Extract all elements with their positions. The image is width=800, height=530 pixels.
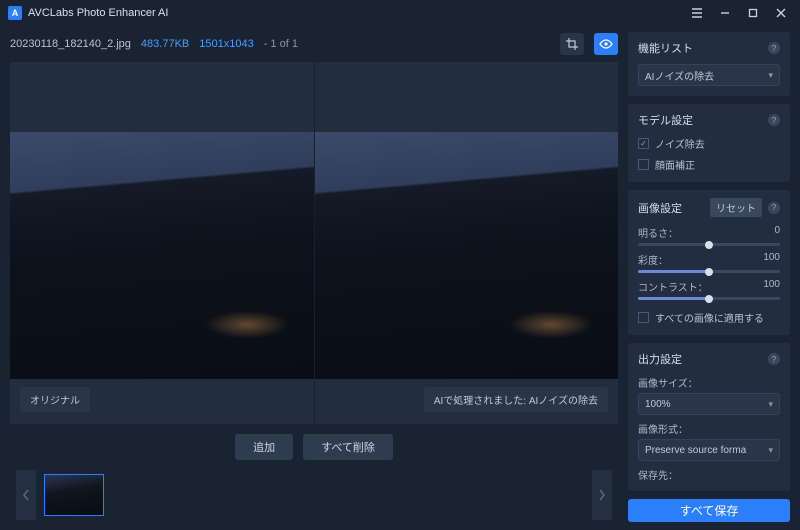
original-label: オリジナル	[20, 387, 90, 412]
output-settings-title: 出力設定	[638, 351, 682, 367]
help-icon[interactable]: ?	[768, 353, 780, 365]
preview-toggle-button[interactable]	[594, 33, 618, 55]
denoise-label: ノイズ除去	[655, 136, 705, 151]
reset-button[interactable]: リセット	[710, 198, 762, 217]
thumb-prev-button[interactable]	[16, 470, 36, 520]
apply-all-checkbox[interactable]	[638, 312, 649, 323]
model-settings-title: モデル設定	[638, 112, 693, 128]
close-button[interactable]	[770, 2, 792, 24]
denoise-checkbox[interactable]: ✓	[638, 138, 649, 149]
slider-handle[interactable]	[705, 241, 713, 249]
app-title: AVCLabs Photo Enhancer AI	[28, 7, 168, 19]
eye-icon	[599, 39, 613, 49]
crop-icon	[566, 38, 578, 50]
output-format-label: 画像形式：	[638, 421, 780, 436]
output-dest-label: 保存先：	[638, 467, 780, 482]
feature-select-value: AIノイズの除去	[645, 68, 714, 83]
original-image[interactable]	[10, 132, 314, 379]
slider-handle[interactable]	[705, 268, 713, 276]
chevron-left-icon	[22, 489, 30, 501]
chevron-down-icon: ▾	[768, 445, 773, 456]
thumbnail[interactable]	[44, 474, 104, 516]
saturation-label: 彩度：	[638, 252, 668, 267]
contrast-slider[interactable]	[638, 297, 780, 300]
saturation-value: 100	[763, 252, 780, 267]
remove-all-button[interactable]: すべて削除	[303, 434, 393, 460]
image-settings-panel: 画像設定 リセット ? 明るさ： 0 彩度： 100	[628, 190, 790, 335]
output-settings-panel: 出力設定 ? 画像サイズ： 100% ▾ 画像形式： Preserve sour…	[628, 343, 790, 491]
add-button[interactable]: 追加	[235, 434, 293, 460]
model-settings-panel: モデル設定 ? ✓ ノイズ除去 顔面補正	[628, 104, 790, 182]
processed-image[interactable]	[315, 132, 619, 379]
feature-list-title: 機能リスト	[638, 40, 693, 56]
face-label: 顔面補正	[655, 157, 695, 172]
contrast-value: 100	[763, 279, 780, 294]
chevron-right-icon	[598, 489, 606, 501]
feature-list-panel: 機能リスト ? AIノイズの除去 ▾	[628, 32, 790, 96]
minimize-icon	[720, 8, 730, 18]
thumb-next-button[interactable]	[592, 470, 612, 520]
maximize-button[interactable]	[742, 2, 764, 24]
file-size: 483.77KB	[141, 38, 189, 50]
close-icon	[776, 8, 786, 18]
help-icon[interactable]: ?	[768, 42, 780, 54]
output-format-select[interactable]: Preserve source forma ▾	[638, 439, 780, 461]
menu-button[interactable]	[686, 2, 708, 24]
output-size-value: 100%	[645, 399, 671, 410]
brightness-slider[interactable]	[638, 243, 780, 246]
face-checkbox[interactable]	[638, 159, 649, 170]
feature-select[interactable]: AIノイズの除去 ▾	[638, 64, 780, 86]
output-size-label: 画像サイズ：	[638, 375, 780, 390]
saturation-slider[interactable]	[638, 270, 780, 273]
app-icon: A	[8, 6, 22, 20]
crop-button[interactable]	[560, 33, 584, 55]
processed-label: AIで処理されました: AIノイズの除去	[424, 387, 608, 412]
brightness-label: 明るさ：	[638, 225, 678, 240]
brightness-value: 0	[774, 225, 780, 240]
minimize-button[interactable]	[714, 2, 736, 24]
save-all-button[interactable]: すべて保存	[628, 499, 790, 522]
output-format-value: Preserve source forma	[645, 445, 746, 456]
chevron-down-icon: ▾	[768, 70, 773, 81]
thumbnail-strip	[36, 474, 592, 516]
hamburger-icon	[691, 8, 703, 18]
help-icon[interactable]: ?	[768, 202, 780, 214]
file-dimensions: 1501x1043	[199, 38, 253, 50]
preview-area: オリジナル AIで処理されました: AIノイズの除去	[10, 62, 618, 424]
help-icon[interactable]: ?	[768, 114, 780, 126]
chevron-down-icon: ▾	[768, 399, 773, 410]
slider-handle[interactable]	[705, 295, 713, 303]
file-index: - 1 of 1	[264, 38, 298, 50]
image-settings-title: 画像設定	[638, 200, 682, 216]
contrast-label: コントラスト：	[638, 279, 708, 294]
output-size-select[interactable]: 100% ▾	[638, 393, 780, 415]
maximize-icon	[748, 8, 758, 18]
file-name: 20230118_182140_2.jpg	[10, 38, 131, 50]
preview-pane-processed: AIで処理されました: AIノイズの除去	[314, 62, 619, 424]
apply-all-label: すべての画像に適用する	[655, 310, 764, 325]
preview-pane-original: オリジナル	[10, 62, 314, 424]
